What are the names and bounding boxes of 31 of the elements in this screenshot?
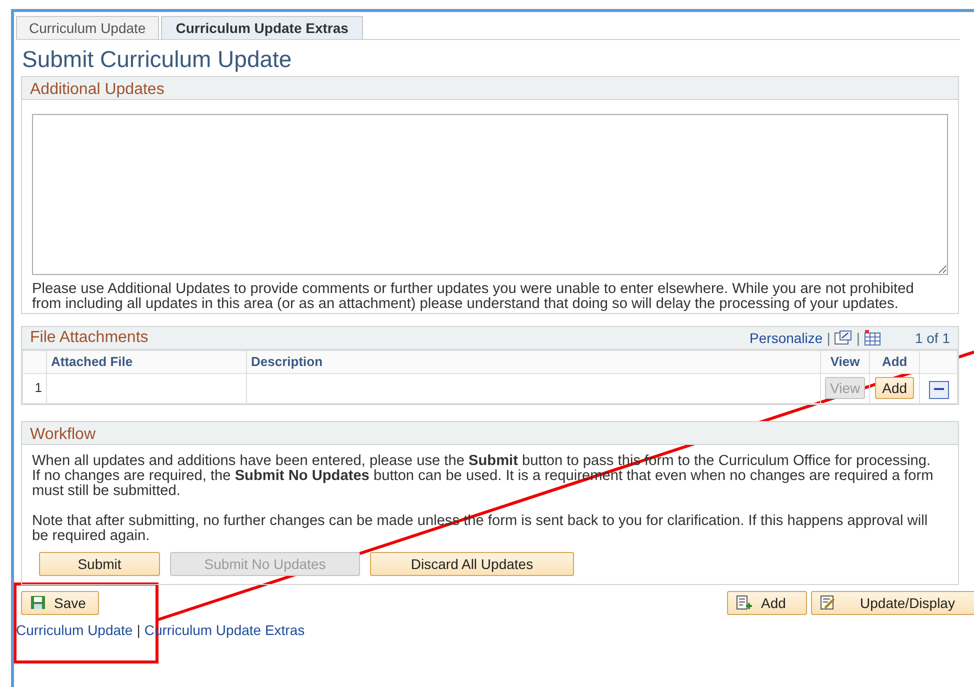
separator: | [826,328,830,348]
add-row-button[interactable]: Add [875,377,914,399]
new-window-icon[interactable] [834,330,852,346]
footer-link[interactable]: Curriculum Update [16,620,133,640]
section-title: File Attachments [30,328,148,348]
comments-field[interactable] [32,114,948,275]
section-header: Additional Updates [22,77,958,100]
section-header: Workflow [22,422,958,444]
row-number: 1 [34,380,42,396]
toolbar-button[interactable]: Update/Display [811,590,974,614]
help-text: Please use Additional Updates to provide comments or further updates you were unable to enter elsewhere. While you are not prohibited from including all updates in this area (or as an attachment) please understand that doing so will delay the processing of your updates. [31,280,915,313]
help-text: Note that after submitting, no further changes can be made unless the form is sent back to you for clarification. If this happens approval will be required again. [31,514,929,544]
grid-icon[interactable] [864,330,881,346]
action-button[interactable]: Discard All Updates [370,552,574,576]
column-header: Description [246,350,820,373]
delete-row-icon[interactable] [928,380,949,399]
tab[interactable]: Curriculum Update Extras [160,16,364,39]
personalize-link[interactable]: Personalize [750,328,823,348]
page-title: Submit Curriculum Update [22,46,293,72]
document-pencil-icon [820,595,837,610]
tab[interactable]: Curriculum Update [16,16,159,39]
toolbar-button[interactable]: Save [21,590,99,614]
toolbar-button[interactable]: Add [727,590,807,614]
separator: | [856,328,860,348]
separator: | [136,620,140,640]
column-header: Add [870,350,920,373]
action-button[interactable]: Submit [39,552,160,576]
page-count: 1 of 1 [914,328,950,348]
column-header: View [820,350,870,373]
document-plus-icon [736,595,753,610]
column-header: Attached File [46,350,246,373]
